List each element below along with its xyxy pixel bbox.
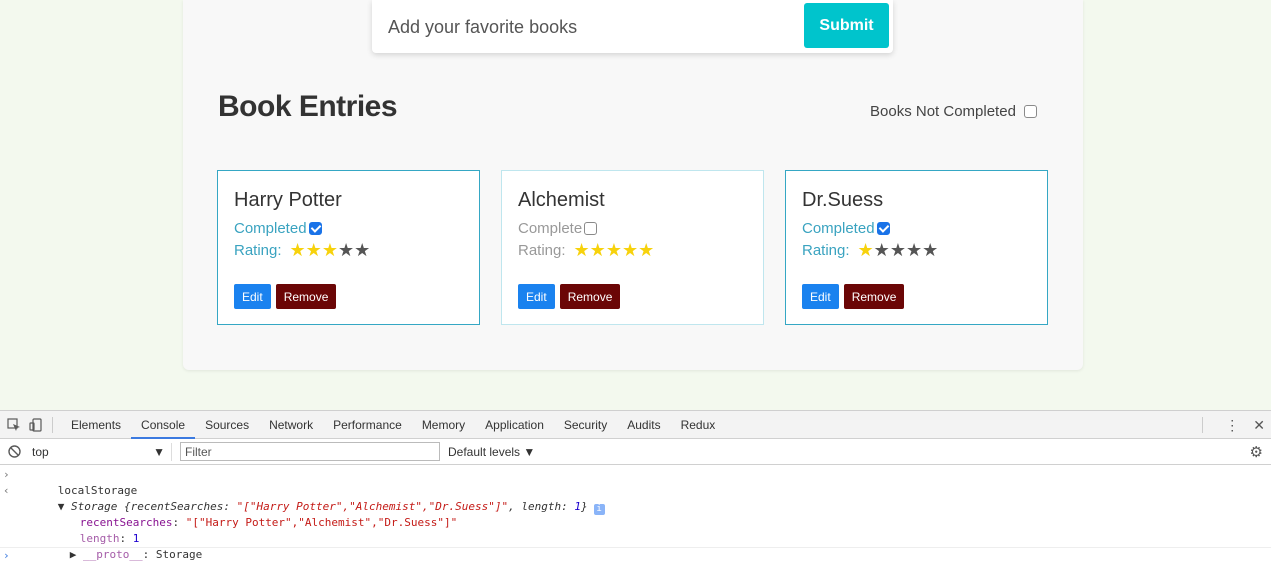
inspect-element-icon[interactable] xyxy=(6,417,22,433)
completed-checkbox[interactable] xyxy=(308,222,322,235)
close-icon[interactable]: ✕ xyxy=(1253,417,1265,434)
star-icon[interactable]: ★ xyxy=(906,240,922,260)
status-label: Completed xyxy=(802,220,875,237)
tab-audits[interactable]: Audits xyxy=(617,411,670,439)
prompt-chevron-icon: › xyxy=(3,549,10,562)
edit-button[interactable]: Edit xyxy=(518,284,555,309)
toolbar-divider xyxy=(1202,417,1204,433)
star-icon[interactable]: ★ xyxy=(858,240,874,260)
star-rating: ★★★★★ xyxy=(574,241,655,260)
log-levels-dropdown[interactable]: Default levels ▼ xyxy=(448,445,535,459)
completed-checkbox[interactable] xyxy=(876,222,890,235)
completion-status: Completed xyxy=(802,220,890,237)
star-rating: ★★★★★ xyxy=(858,241,939,260)
rating-row: Rating: ★★★★★ xyxy=(802,241,938,260)
more-options-icon[interactable]: ⋮ xyxy=(1225,417,1239,434)
clear-console-icon[interactable] xyxy=(6,444,22,460)
star-icon[interactable]: ★ xyxy=(606,240,622,260)
page-title: Book Entries xyxy=(218,90,398,123)
tab-elements[interactable]: Elements xyxy=(61,411,131,439)
book-input[interactable] xyxy=(388,12,788,42)
filter-label: Books Not Completed xyxy=(870,103,1016,120)
star-icon[interactable]: ★ xyxy=(622,240,638,260)
book-search-bar: Submit xyxy=(372,0,893,53)
star-rating: ★★★★★ xyxy=(290,241,371,260)
completed-checkbox[interactable] xyxy=(584,222,598,235)
status-label: Complete xyxy=(518,220,583,237)
star-icon[interactable]: ★ xyxy=(354,240,370,260)
dropdown-arrow-icon: ▼ xyxy=(153,444,165,459)
star-icon[interactable]: ★ xyxy=(306,240,322,260)
rating-label: Rating: xyxy=(518,242,566,259)
rating-row: Rating: ★★★★★ xyxy=(518,241,654,260)
completion-status: Completed xyxy=(234,220,322,237)
star-icon[interactable]: ★ xyxy=(590,240,606,260)
tab-security[interactable]: Security xyxy=(554,411,617,439)
gear-icon[interactable]: ⚙ xyxy=(1250,443,1263,461)
remove-button[interactable]: Remove xyxy=(843,284,905,309)
book-card: Dr.Suess Completed Rating: ★★★★★ Edit Re… xyxy=(785,170,1048,325)
tab-console[interactable]: Console xyxy=(131,411,196,439)
rating-label: Rating: xyxy=(802,242,850,259)
status-label: Completed xyxy=(234,220,307,237)
tab-sources[interactable]: Sources xyxy=(195,411,259,439)
console-toolbar: top ▼ Default levels ▼ ⚙ xyxy=(0,439,1271,465)
device-toolbar-icon[interactable] xyxy=(28,417,44,433)
book-card: Alchemist Complete Rating: ★★★★★ Edit Re… xyxy=(501,170,764,325)
edit-button[interactable]: Edit xyxy=(802,284,839,309)
tab-redux[interactable]: Redux xyxy=(671,411,726,439)
remove-button[interactable]: Remove xyxy=(275,284,337,309)
star-icon[interactable]: ★ xyxy=(874,240,890,260)
rating-row: Rating: ★★★★★ xyxy=(234,241,370,260)
submit-button[interactable]: Submit xyxy=(804,3,889,48)
storage-property: length: 1 xyxy=(79,532,140,545)
storage-proto[interactable]: ▶ __proto__: Storage xyxy=(0,531,1271,561)
books-not-completed-filter[interactable]: Books Not Completed xyxy=(870,103,1037,120)
star-icon[interactable]: ★ xyxy=(638,240,654,260)
book-card: Harry Potter Completed Rating: ★★★★★ Edi… xyxy=(217,170,480,325)
star-icon[interactable]: ★ xyxy=(338,240,354,260)
star-icon[interactable]: ★ xyxy=(890,240,906,260)
remove-button[interactable]: Remove xyxy=(559,284,621,309)
book-title: Harry Potter xyxy=(234,189,342,211)
tab-network[interactable]: Network xyxy=(259,411,323,439)
star-icon[interactable]: ★ xyxy=(322,240,338,260)
context-value: top xyxy=(32,444,49,459)
rating-label: Rating: xyxy=(234,242,282,259)
console-result-line[interactable]: ‹ ▼ Storage {recentSearches: "["Harry Pot… xyxy=(0,483,1271,515)
completion-status: Complete xyxy=(518,220,598,237)
toolbar-divider xyxy=(52,416,53,433)
devtools-tabbar: Elements Console Sources Network Perform… xyxy=(0,411,1271,439)
edit-button[interactable]: Edit xyxy=(234,284,271,309)
devtools-panel: Elements Console Sources Network Perform… xyxy=(0,410,1271,584)
console-prompt-line[interactable]: › xyxy=(0,547,1271,563)
book-title: Dr.Suess xyxy=(802,189,884,211)
console-input-line: › localStorage xyxy=(0,467,1271,497)
result-chevron-icon: ‹ xyxy=(3,484,10,497)
book-title: Alchemist xyxy=(518,189,605,211)
tab-memory[interactable]: Memory xyxy=(412,411,475,439)
tab-performance[interactable]: Performance xyxy=(323,411,412,439)
star-icon[interactable]: ★ xyxy=(922,240,938,260)
star-icon[interactable]: ★ xyxy=(290,240,306,260)
console-filter-input[interactable] xyxy=(180,442,440,461)
storage-property: recentSearches: "["Harry Potter","Alchem… xyxy=(79,516,458,529)
tab-application[interactable]: Application xyxy=(475,411,554,439)
star-icon[interactable]: ★ xyxy=(574,240,590,260)
prompt-chevron-icon: › xyxy=(3,468,10,481)
context-select[interactable]: top ▼ xyxy=(28,442,172,461)
filter-checkbox[interactable] xyxy=(1023,105,1037,118)
console-output: › localStorage ‹ ▼ Storage {recentSearches… xyxy=(0,465,1271,563)
